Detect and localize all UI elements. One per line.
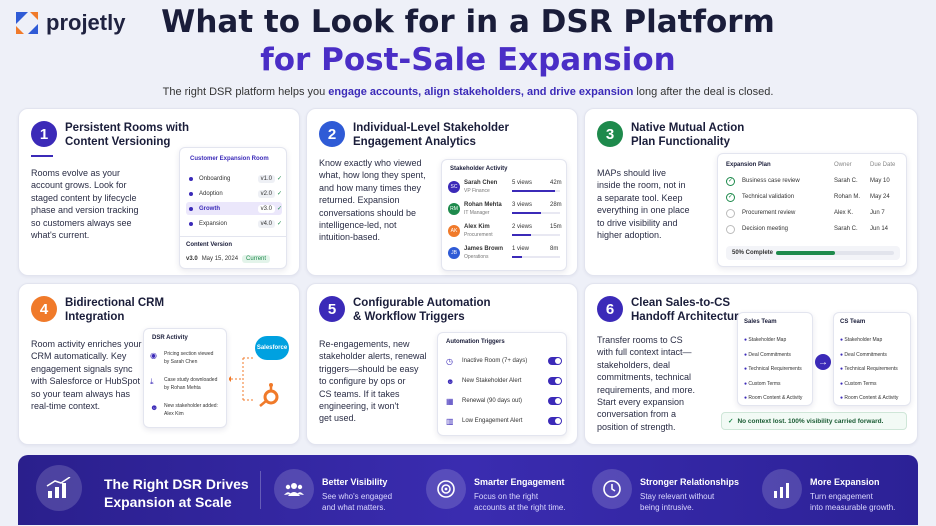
activity-row[interactable]: ⤓ Case study downloaded by Rohan Mehta	[150, 375, 224, 397]
avatar: AK	[448, 225, 460, 237]
trigger-row[interactable]: ▦ Renewal (90 days out)	[446, 393, 562, 409]
card-number-badge: 5	[319, 296, 345, 322]
clock-icon	[592, 469, 632, 509]
expansion-room-mock: Customer Expansion Room Onboarding v1.0 ✓ …	[179, 147, 287, 269]
feature-card-2: 2 Individual-Level Stakeholder Engagemen…	[306, 108, 578, 276]
growth-chart-icon	[36, 465, 82, 511]
user-icon: ☻	[446, 376, 455, 386]
automation-triggers-mock: Automation Triggers ◷ Inactive Room (7+ d…	[437, 332, 567, 436]
plan-row[interactable]: ✓ Business case review Sarah C. May 10	[726, 176, 902, 190]
card-title: Individual-Level Stakeholder Engagement …	[353, 122, 509, 148]
page-title: What to Look for in a DSR Platform	[161, 4, 775, 40]
plan-progress: 50% Complete	[726, 246, 900, 260]
check-done-icon: ✓	[726, 177, 735, 186]
handoff-arrow-icon: →	[815, 354, 831, 370]
check-done-icon: ✓	[726, 193, 735, 202]
benefit-text: Focus on the right accounts at the right …	[474, 492, 566, 512]
check-empty-icon	[726, 225, 735, 234]
stakeholder-row[interactable]: AK Alex Kim Procurement 2 views 15m	[446, 222, 564, 242]
card-number-badge: 1	[31, 121, 57, 147]
eye-icon: ◉	[150, 351, 157, 360]
hubspot-logo-icon	[259, 383, 279, 407]
card-number-badge: 6	[597, 296, 623, 322]
feature-card-6: 6 Clean Sales-to-CS Handoff Architecture…	[584, 283, 918, 445]
card-number-badge: 2	[319, 121, 345, 147]
card-description: MAPs should live inside the room, not in a…	[597, 168, 690, 241]
card-number-badge: 3	[597, 121, 623, 147]
card-title: Clean Sales-to-CS Handoff Architecture	[631, 297, 745, 323]
trigger-toggle[interactable]	[548, 417, 562, 425]
expansion-plan-mock: Expansion Plan Owner Due Date ✓ Business…	[717, 153, 907, 267]
card-title: Bidirectional CRM Integration	[65, 297, 165, 323]
card-title: Configurable Automation & Workflow Trigg…	[353, 297, 491, 323]
check-empty-icon	[726, 209, 735, 218]
plan-row[interactable]: Procurement review Alex K. Jun 7	[726, 208, 902, 222]
benefit-title: Stronger Relationships	[640, 477, 740, 487]
banner-headline: The Right DSR Drives Expansion at Scale	[104, 476, 249, 510]
plan-row[interactable]: ✓ Technical validation Rohan M. May 24	[726, 192, 902, 206]
benefit-title: Smarter Engagement	[474, 477, 565, 487]
activity-row[interactable]: ☻ New stakeholder added: Alex Kim	[150, 401, 224, 423]
download-icon: ⤓	[150, 377, 154, 386]
current-badge: Current	[242, 255, 271, 263]
sync-arrows-icon	[229, 357, 255, 401]
user-add-icon: ☻	[150, 403, 159, 412]
sales-team-panel: Sales Team ● Stakeholder Map ● Deal Comm…	[737, 312, 813, 406]
cs-team-panel: CS Team ● Stakeholder Map ● Deal Commitm…	[833, 312, 911, 406]
stakeholder-activity-mock: Stakeholder Activity SC Sarah Chen VP Fi…	[441, 159, 567, 271]
handoff-footer: ✓ No context lost. 100% visibility carrie…	[721, 412, 907, 430]
trigger-toggle[interactable]	[548, 397, 562, 405]
card-description: Rooms evolve as your account grows. Look …	[31, 168, 139, 241]
stakeholder-row[interactable]: SC Sarah Chen VP Finance 5 views 42m	[446, 178, 564, 198]
plan-row[interactable]: Decision meeting Sarah C. Jun 14	[726, 224, 902, 238]
salesforce-logo-icon: Salesforce	[255, 336, 289, 360]
dsr-activity-mock: DSR Activity ◉ Pricing section viewed by…	[143, 328, 227, 428]
benefit-text: See who's engaged and what matters.	[322, 492, 393, 512]
check-icon: ✓	[728, 418, 734, 425]
summary-banner: The Right DSR Drives Expansion at Scale B…	[18, 455, 918, 525]
benefit-text: Stay relevant without being intrusive.	[640, 492, 715, 512]
card-description: Room activity enriches your CRM automatic…	[31, 339, 142, 412]
card-title: Persistent Rooms with Content Versioning	[65, 122, 189, 148]
stakeholder-row[interactable]: JB James Brown Operations 1 view 8m	[446, 244, 564, 264]
feature-card-4: 4 Bidirectional CRM Integration Room act…	[18, 283, 300, 445]
progress-fill	[776, 251, 835, 255]
feature-card-1: 1 Persistent Rooms with Content Versioni…	[18, 108, 300, 276]
card-title: Native Mutual Action Plan Functionality	[631, 122, 745, 148]
stage-row[interactable]: Expansion v4.0 ✓	[186, 217, 282, 230]
trigger-toggle[interactable]	[548, 357, 562, 365]
page-title-line2: for Post-Sale Expansion	[260, 42, 676, 78]
card-description: Re-engagements, new stakeholder alerts, r…	[319, 339, 427, 424]
page-subtitle: The right DSR platform helps you engage …	[162, 86, 774, 98]
card-description: Transfer rooms to CS with full context in…	[597, 335, 696, 432]
card-number-badge: 4	[31, 296, 57, 322]
stakeholder-row[interactable]: RM Rohan Mehta IT Manager 3 views 28m	[446, 200, 564, 220]
trigger-row[interactable]: ☻ New Stakeholder Alert	[446, 373, 562, 389]
people-icon	[274, 469, 314, 509]
chart-icon: ▥	[446, 416, 454, 426]
growth-icon	[762, 469, 802, 509]
benefit-text: Turn engagement into measurable growth.	[810, 492, 896, 512]
avatar: JB	[448, 247, 460, 259]
stage-row[interactable]: Onboarding v1.0 ✓	[186, 172, 282, 185]
content-version-box: Content Version v3.0 May 15, 2024 Current	[180, 236, 286, 268]
trigger-row[interactable]: ◷ Inactive Room (7+ days)	[446, 353, 562, 369]
clock-icon: ◷	[446, 356, 453, 366]
trigger-row[interactable]: ▥ Low Engagement Alert	[446, 413, 562, 429]
stage-row[interactable]: Adoption v2.0 ✓	[186, 187, 282, 200]
card-description: Know exactly who viewed what, how long th…	[319, 158, 426, 243]
avatar: RM	[448, 203, 460, 215]
benefit-title: More Expansion	[810, 477, 880, 487]
target-icon	[426, 469, 466, 509]
benefit-title: Better Visibility	[322, 477, 388, 487]
calendar-icon: ▦	[446, 396, 454, 406]
feature-card-3: 3 Native Mutual Action Plan Functionalit…	[584, 108, 918, 276]
activity-row[interactable]: ◉ Pricing section viewed by Sarah Chen	[150, 349, 224, 371]
trigger-toggle[interactable]	[548, 377, 562, 385]
avatar: SC	[448, 181, 460, 193]
stage-row-active[interactable]: Growth v3.0 ✓	[186, 202, 282, 215]
feature-card-5: 5 Configurable Automation & Workflow Tri…	[306, 283, 578, 445]
